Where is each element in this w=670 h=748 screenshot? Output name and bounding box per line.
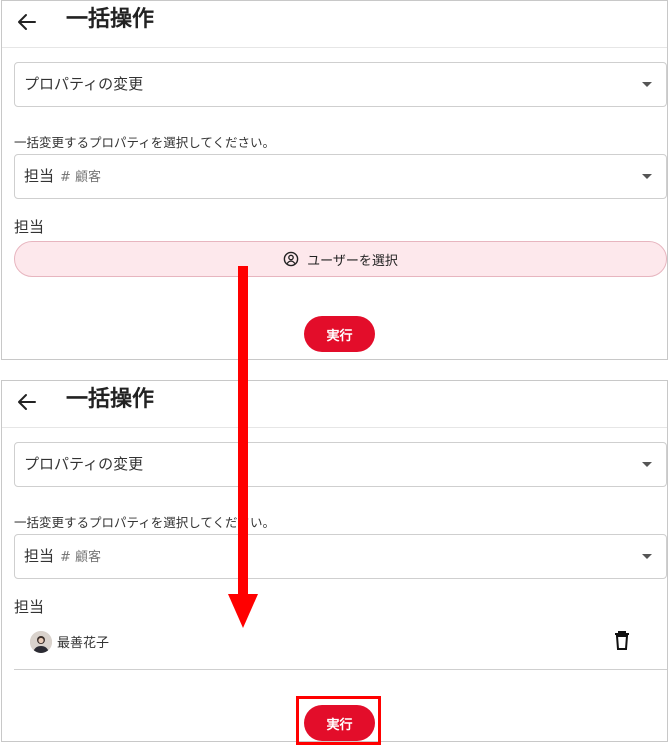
header: 一括操作 [2, 381, 667, 428]
page-title: 一括操作 [66, 387, 155, 412]
property-hint: # 顧客 [60, 550, 102, 565]
run-button[interactable]: 実行 [304, 316, 375, 352]
selected-user-row: 最善花子 [14, 621, 667, 670]
property-select[interactable]: 担当 # 顧客 [14, 534, 667, 579]
chevron-down-icon [642, 174, 652, 179]
action-select[interactable]: プロパティの変更 [14, 442, 667, 487]
action-select-value: プロパティの変更 [24, 455, 144, 473]
trash-icon[interactable] [613, 629, 631, 651]
property-name: 担当 [24, 547, 55, 565]
annotation-down-arrow [228, 266, 258, 628]
user-circle-icon [283, 251, 299, 267]
property-select-value: 担当 # 顧客 [24, 155, 101, 199]
back-arrow-icon[interactable] [15, 10, 39, 34]
back-arrow-icon[interactable] [15, 390, 39, 414]
chevron-down-icon [642, 554, 652, 559]
header: 一括操作 [2, 1, 667, 48]
selected-user-name: 最善花子 [57, 636, 110, 651]
avatar [30, 631, 52, 653]
action-select[interactable]: プロパティの変更 [14, 62, 667, 107]
help-text: 一括変更するプロパティを選択してください。 [14, 135, 276, 150]
select-user-button[interactable]: ユーザーを選択 [14, 241, 667, 277]
action-select-value: プロパティの変更 [24, 75, 144, 93]
field-label: 担当 [14, 598, 45, 616]
page-title: 一括操作 [66, 7, 155, 32]
field-label: 担当 [14, 218, 45, 236]
property-hint: # 顧客 [60, 170, 102, 185]
property-select-value: 担当 # 顧客 [24, 535, 101, 579]
bulk-operation-panel-after: 一括操作 プロパティの変更 一括変更するプロパティを選択してください。 担当 # … [1, 380, 668, 742]
chevron-down-icon [642, 82, 652, 87]
property-select[interactable]: 担当 # 顧客 [14, 154, 667, 199]
select-user-label: ユーザーを選択 [307, 253, 398, 269]
annotation-highlight-box [296, 696, 381, 745]
bulk-operation-panel-before: 一括操作 プロパティの変更 一括変更するプロパティを選択してください。 担当 # … [1, 0, 668, 360]
property-name: 担当 [24, 167, 55, 185]
chevron-down-icon [642, 462, 652, 467]
